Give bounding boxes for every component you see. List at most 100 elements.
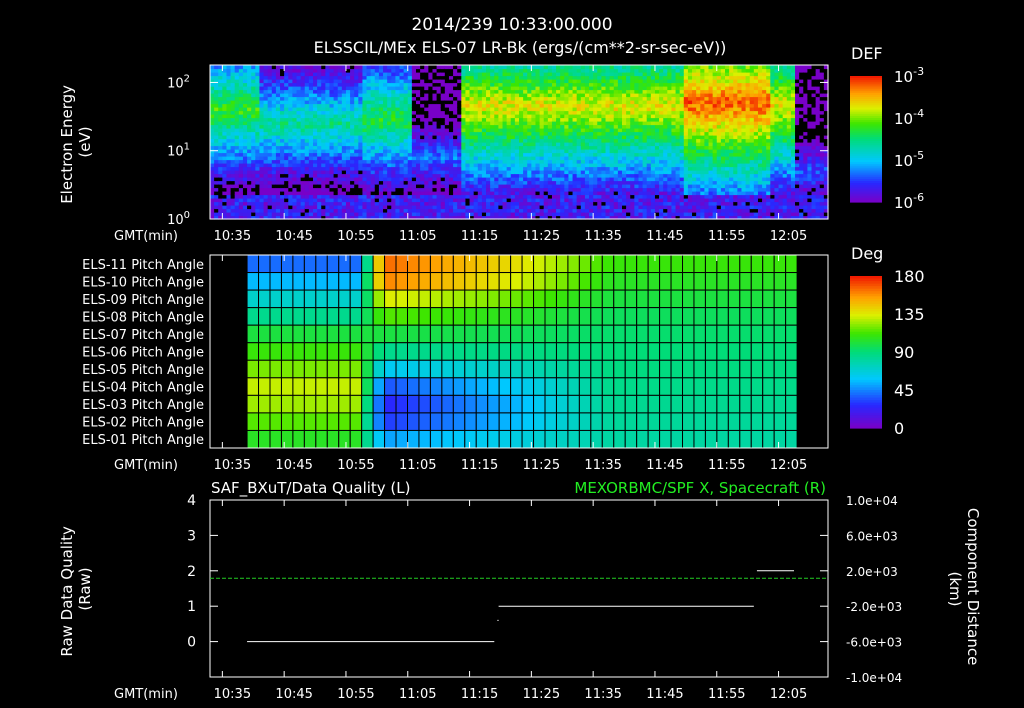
- spectrogram-cell: [428, 117, 434, 122]
- spectrogram-cell: [387, 205, 392, 210]
- spectrogram-cell: [420, 166, 425, 171]
- spectrogram-cell: [391, 180, 396, 185]
- spectrogram-cell: [556, 110, 561, 115]
- spectrogram-cell: [234, 114, 240, 119]
- spectrogram-cell: [667, 107, 673, 112]
- spectrogram-cell: [378, 117, 384, 122]
- spectrogram-cell: [358, 124, 364, 129]
- spectrogram-cell: [576, 152, 582, 157]
- spectrogram-cell: [605, 177, 611, 182]
- spectrogram-cell: [506, 180, 512, 185]
- spectrogram-cell: [448, 173, 454, 178]
- spectrogram-cell: [288, 135, 293, 140]
- spectrogram-cell: [457, 194, 462, 199]
- spectrogram-cell: [580, 170, 586, 175]
- spectrogram-cell: [292, 121, 298, 126]
- spectrogram-cell: [584, 177, 590, 182]
- spectrogram-cell: [251, 135, 256, 140]
- spectrogram-cell: [494, 191, 499, 196]
- spectrogram-cell: [609, 68, 615, 73]
- spectrogram-cell: [383, 103, 388, 108]
- spectrogram-cell: [378, 180, 384, 185]
- spectrogram-cell: [370, 198, 376, 203]
- spectrogram-cell: [601, 159, 607, 164]
- spectrogram-cell: [473, 194, 479, 199]
- spectrogram-cell: [469, 107, 475, 112]
- spectrogram-cell: [288, 180, 293, 185]
- spectrogram-cell: [420, 163, 425, 168]
- spectrogram-cell: [514, 72, 520, 77]
- spectrogram-cell: [481, 124, 487, 129]
- spectrogram-cell: [345, 170, 351, 175]
- spectrogram-cell: [646, 194, 652, 199]
- spectrogram-cell: [671, 159, 677, 164]
- spectrogram-cell: [593, 89, 598, 94]
- spectrogram-cell: [329, 194, 335, 199]
- spectrogram-cell: [659, 135, 664, 140]
- spectrogram-cell: [547, 131, 553, 136]
- spectrogram-cell: [370, 82, 376, 87]
- spectrogram-cell: [465, 205, 471, 210]
- spectrogram-cell: [630, 177, 635, 182]
- spectrogram-cell: [247, 138, 252, 143]
- spectrogram-cell: [576, 117, 582, 122]
- spectrogram-cell: [259, 163, 265, 168]
- spectrogram-cell: [420, 128, 425, 133]
- spectrogram-cell: [255, 166, 261, 171]
- spectrogram-cell: [428, 124, 434, 129]
- spectrogram-cell: [650, 124, 656, 129]
- spectrogram-cell: [650, 128, 656, 133]
- spectrogram-cell: [531, 107, 537, 112]
- spectrogram-cell: [370, 208, 376, 213]
- spectrogram-cell: [605, 128, 611, 133]
- spectrogram-cell: [502, 72, 508, 77]
- spectrogram-cell: [428, 149, 434, 154]
- spectrogram-cell: [440, 180, 446, 185]
- spectrogram-cell: [284, 205, 289, 210]
- spectrogram-cell: [564, 156, 570, 161]
- spectrogram-cell: [387, 194, 392, 199]
- spectrogram-cell: [288, 89, 293, 94]
- spectrogram-cell: [514, 138, 520, 143]
- spectrogram-cell: [313, 107, 318, 112]
- spectrogram-cell: [457, 163, 462, 168]
- spectrogram-cell: [313, 212, 318, 217]
- spectrogram-cell: [313, 93, 318, 98]
- spectrogram-cell: [667, 135, 673, 140]
- spectrogram-cell: [432, 110, 438, 115]
- spectrogram-cell: [461, 68, 467, 73]
- spectrogram-cell: [255, 170, 261, 175]
- spectrogram-cell: [514, 121, 520, 126]
- spectrogram-cell: [465, 145, 471, 150]
- spectrogram-cell: [255, 72, 261, 77]
- spectrogram-cell: [667, 191, 673, 196]
- spectrogram-cell: [313, 208, 318, 213]
- spectrogram-cell: [391, 212, 396, 217]
- spectrogram-cell: [519, 198, 524, 203]
- spectrogram-cell: [247, 149, 252, 154]
- spectrogram-cell: [321, 79, 326, 84]
- spectrogram-cell: [366, 100, 372, 105]
- spectrogram-cell: [617, 131, 623, 136]
- spectrogram-cell: [444, 145, 450, 150]
- spectrogram-cell: [510, 110, 516, 115]
- spectrogram-cell: [490, 103, 495, 108]
- spectrogram-cell: [473, 156, 479, 161]
- spectrogram-cell: [634, 177, 640, 182]
- spectrogram-cell: [337, 72, 343, 77]
- spectrogram-cell: [321, 205, 326, 210]
- spectrogram-cell: [275, 131, 281, 136]
- spectrogram-cell: [383, 72, 388, 77]
- spectrogram-cell: [543, 110, 549, 115]
- spectrogram-cell: [271, 121, 277, 126]
- spectrogram-cell: [481, 86, 487, 91]
- spectrogram-cell: [296, 117, 302, 122]
- spectrogram-cell: [350, 177, 355, 182]
- spectrogram-cell: [378, 124, 384, 129]
- spectrogram-cell: [292, 145, 298, 150]
- spectrogram-cell: [560, 191, 565, 196]
- spectrogram-cell: [300, 135, 306, 140]
- spectrogram-cell: [424, 89, 429, 94]
- spectrogram-cell: [345, 82, 351, 87]
- spectrogram-cell: [457, 180, 462, 185]
